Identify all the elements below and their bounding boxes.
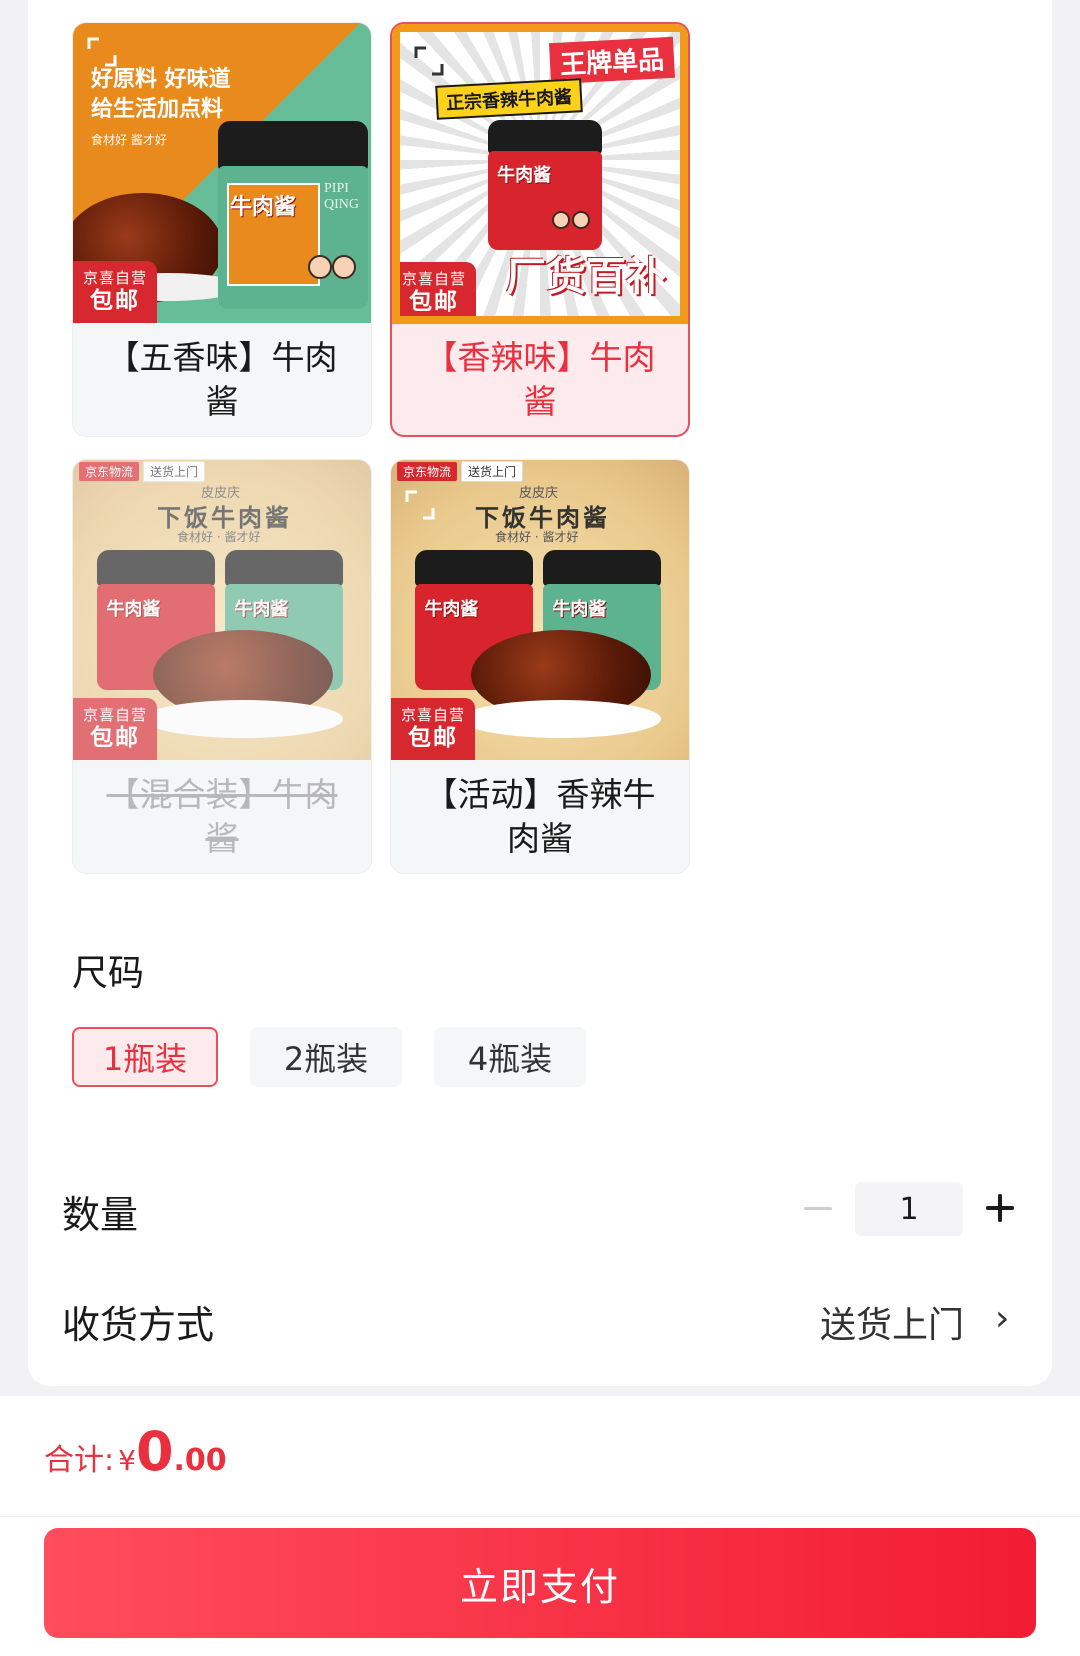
total-integer: 0 [135, 1420, 174, 1483]
product-image: 京东物流 送货上门 皮皮庆 下饭牛肉酱 食材好 · 酱才好 牛肉酱 牛肉酱 京喜… [391, 460, 689, 760]
banner-title: 正宗香辣牛肉酱 [435, 78, 583, 120]
quantity-decrease-button[interactable] [800, 1190, 836, 1226]
jd-self-operated-badge: 京喜自营 包邮 [400, 262, 476, 316]
jar-illustration: 牛肉酱 PIPI QING [218, 121, 368, 309]
jar-label: 牛肉酱 [552, 598, 607, 620]
banner-slogan: 厂货百补 [506, 254, 666, 300]
banner-subline: 食材好 · 酱才好 [495, 530, 579, 544]
variant-card-xiangla[interactable]: 王牌单品 正宗香辣牛肉酱 牛肉酱 厂货百补 京喜自营 包邮 【香辣味】牛肉酱 [390, 22, 690, 437]
order-total: 合计: ¥ 0 .00 [44, 1425, 227, 1479]
variant-card-wuxiang[interactable]: 好原料 好味道 给生活加点料 食材好 酱才好 牛肉酱 PIPI QING 京喜自营… [72, 22, 372, 437]
jd-self-operated-badge: 京喜自营 包邮 [73, 698, 157, 760]
zoom-icon[interactable] [414, 46, 444, 76]
jar-label: 牛肉酱 [106, 598, 161, 620]
jar-brand-text: PIPI QING [324, 181, 359, 213]
banner-line: 好原料 好味道 [91, 67, 231, 92]
size-option-2[interactable]: 2瓶装 [250, 1027, 402, 1087]
total-currency: ¥ [118, 1444, 136, 1477]
delivery-strip: 京东物流 送货上门 [73, 460, 211, 482]
divider [0, 1516, 1080, 1517]
jd-self-operated-badge: 京喜自营 包邮 [73, 261, 157, 323]
delivery-method-value[interactable]: 送货上门 [820, 1296, 964, 1348]
banner-tag: 王牌单品 [548, 36, 675, 85]
quantity-value[interactable]: 1 [855, 1182, 963, 1236]
banner-subline: 食材好 · 酱才好 [177, 530, 261, 544]
jar-label: 牛肉酱 [234, 598, 289, 620]
size-option-4[interactable]: 4瓶装 [434, 1027, 586, 1087]
variant-name: 【五香味】牛肉酱 [106, 337, 338, 421]
delivery-method-label: 收货方式 [62, 1303, 215, 1347]
variant-name: 【活动】香辣牛肉酱 [424, 774, 656, 858]
banner-subline: 食材好 酱才好 [91, 133, 167, 147]
jar-label: 牛肉酱 [230, 195, 297, 221]
size-section-title: 尺码 [72, 953, 145, 994]
product-image: 王牌单品 正宗香辣牛肉酱 牛肉酱 厂货百补 京喜自营 包邮 [392, 24, 688, 324]
variant-card-activity[interactable]: 京东物流 送货上门 皮皮庆 下饭牛肉酱 食材好 · 酱才好 牛肉酱 牛肉酱 京喜… [390, 459, 690, 874]
jar-label: 牛肉酱 [424, 598, 479, 620]
product-image: 京东物流 送货上门 皮皮庆 下饭牛肉酱 食材好 · 酱才好 牛肉酱 牛肉酱 京喜… [73, 460, 371, 760]
variant-name: 【混合装】牛肉酱 [106, 774, 338, 858]
pay-now-button[interactable]: 立即支付 [44, 1528, 1036, 1638]
zoom-icon[interactable] [405, 490, 435, 520]
jar-label: 牛肉酱 [497, 165, 552, 187]
total-label: 合计: [44, 1443, 115, 1478]
variant-card-mixed[interactable]: 京东物流 送货上门 皮皮庆 下饭牛肉酱 食材好 · 酱才好 牛肉酱 牛肉酱 京喜… [72, 459, 372, 874]
variant-name: 【香辣味】牛肉酱 [424, 337, 656, 421]
jar-illustration: 牛肉酱 [488, 120, 602, 250]
size-option-1[interactable]: 1瓶装 [72, 1027, 218, 1087]
chevron-right-icon[interactable]: › [995, 1298, 1009, 1339]
product-image: 好原料 好味道 给生活加点料 食材好 酱才好 牛肉酱 PIPI QING 京喜自营… [73, 23, 371, 323]
total-decimal: .00 [173, 1443, 227, 1478]
quantity-label: 数量 [62, 1193, 139, 1237]
banner-line: 给生活加点料 [91, 97, 224, 122]
zoom-icon[interactable] [87, 37, 117, 67]
jd-self-operated-badge: 京喜自营 包邮 [391, 698, 475, 760]
delivery-strip: 京东物流 送货上门 [391, 460, 529, 482]
quantity-increase-button[interactable] [982, 1190, 1018, 1226]
